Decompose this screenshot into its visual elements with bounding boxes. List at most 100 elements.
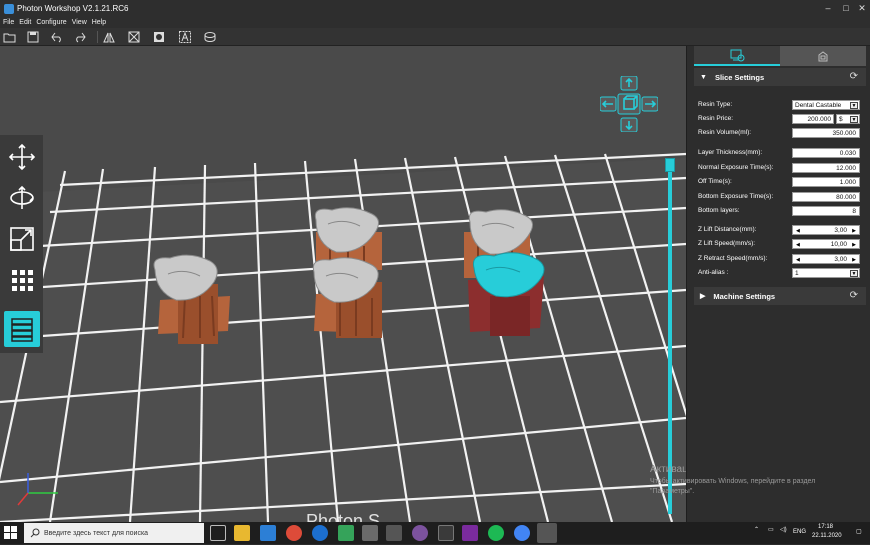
resin-volume-label: Resin Volume(ml): bbox=[698, 129, 752, 136]
z-lift-speed-label: Z Lift Speed(mm/s): bbox=[698, 240, 756, 247]
spin-right-icon[interactable]: ▶ bbox=[852, 226, 856, 236]
language-indicator[interactable]: ENG bbox=[793, 529, 806, 535]
reset-icon[interactable]: ⟳ bbox=[850, 71, 858, 82]
z-lift-speed-spinbox[interactable]: ◀ 10,00 ▶ bbox=[792, 239, 860, 249]
minimize-icon[interactable]: – bbox=[818, 0, 838, 17]
resin-volume-row: Resin Volume(ml): 350.000 bbox=[698, 128, 860, 139]
open-icon[interactable] bbox=[3, 30, 17, 44]
view-navigation-cube[interactable] bbox=[599, 75, 659, 133]
spin-right-icon[interactable]: ▶ bbox=[852, 255, 856, 265]
viber-icon[interactable] bbox=[412, 525, 428, 541]
task-view-icon[interactable] bbox=[210, 525, 226, 541]
bottom-layers-input[interactable]: 8 bbox=[792, 206, 860, 216]
currency-select[interactable]: $ ▼ bbox=[836, 114, 860, 124]
title-bar: Photon Workshop V2.1.21.RC6 – □ ✕ bbox=[0, 0, 870, 17]
save-icon[interactable] bbox=[26, 30, 40, 44]
axis-indicator bbox=[17, 473, 58, 506]
expand-icon: ▶ bbox=[700, 293, 706, 300]
z-lift-speed-row: Z Lift Speed(mm/s): ◀ 10,00 ▶ bbox=[698, 239, 860, 250]
tray-chevron-icon[interactable]: ⌃ bbox=[754, 526, 759, 533]
photon-workshop-taskbar-icon[interactable] bbox=[537, 523, 557, 543]
z-lift-speed-value: 10,00 bbox=[830, 241, 847, 248]
volume-icon[interactable]: ◁) bbox=[780, 526, 787, 533]
z-lift-distance-spinbox[interactable]: ◀ 3,00 ▶ bbox=[792, 225, 860, 235]
anti-alias-select[interactable]: 1 ▼ bbox=[792, 268, 860, 278]
bed-label: Photon S bbox=[306, 511, 381, 522]
spotify-icon[interactable] bbox=[488, 525, 504, 541]
resin-type-row: Resin Type: Dental Castable ▼ bbox=[698, 100, 860, 111]
menu-edit[interactable]: Edit bbox=[19, 19, 31, 26]
layers-icon[interactable] bbox=[4, 311, 40, 347]
menu-configure[interactable]: Configure bbox=[36, 19, 66, 26]
camera-icon[interactable] bbox=[386, 525, 402, 541]
slice-settings-header[interactable]: ▼ Slice Settings ⟳ bbox=[694, 68, 866, 86]
scale-icon[interactable] bbox=[4, 221, 40, 257]
move-icon[interactable] bbox=[4, 139, 40, 175]
calculator-icon[interactable] bbox=[362, 525, 378, 541]
slice-icon[interactable] bbox=[203, 30, 217, 44]
notifications-icon[interactable]: ▢ bbox=[856, 528, 862, 535]
layer-slider-handle[interactable] bbox=[665, 158, 675, 172]
spreadsheet-icon[interactable] bbox=[338, 525, 354, 541]
resin-price-input[interactable]: 200.000 bbox=[792, 114, 834, 124]
windows-start-icon[interactable] bbox=[4, 526, 18, 540]
print-settings-tab[interactable] bbox=[694, 46, 780, 66]
machine-settings-header[interactable]: ▶ Machine Settings ⟳ bbox=[694, 287, 866, 305]
spin-left-icon[interactable]: ◀ bbox=[796, 255, 800, 265]
hollow-icon[interactable] bbox=[127, 30, 141, 44]
normal-exposure-row: Normal Exposure Time(s): 12.000 bbox=[698, 163, 860, 174]
mirror-icon[interactable] bbox=[102, 30, 116, 44]
off-time-input[interactable]: 1.000 bbox=[792, 177, 860, 187]
dropdown-arrow-icon: ▼ bbox=[850, 270, 858, 277]
app-icon[interactable] bbox=[438, 525, 454, 541]
punch-icon[interactable] bbox=[152, 30, 166, 44]
bottom-layers-row: Bottom layers: 8 bbox=[698, 206, 860, 217]
window-title: Photon Workshop V2.1.21.RC6 bbox=[17, 4, 129, 13]
layer-thickness-input[interactable]: 0.030 bbox=[792, 148, 860, 158]
build-plate-viewport[interactable]: Photon S Активация Windows bbox=[0, 46, 686, 522]
z-lift-distance-value: 3,00 bbox=[834, 227, 847, 234]
resin-type-select[interactable]: Dental Castable ▼ bbox=[792, 100, 860, 110]
redo-icon[interactable] bbox=[73, 30, 87, 44]
app-icon bbox=[4, 3, 14, 14]
activation-watermark-line: Чтобы активировать Windows, перейдите в … bbox=[650, 478, 816, 485]
search-icon bbox=[30, 528, 40, 540]
spin-left-icon[interactable]: ◀ bbox=[796, 240, 800, 250]
arrange-icon[interactable] bbox=[4, 262, 40, 298]
machine-tab[interactable] bbox=[780, 46, 866, 66]
chrome-icon[interactable] bbox=[286, 525, 302, 541]
file-explorer-icon[interactable] bbox=[234, 525, 250, 541]
selected-model-object[interactable] bbox=[468, 252, 545, 336]
z-retract-speed-spinbox[interactable]: ◀ 3,00 ▶ bbox=[792, 254, 860, 264]
close-icon[interactable]: ✕ bbox=[852, 0, 870, 17]
resin-volume-input[interactable]: 350.000 bbox=[792, 128, 860, 138]
normal-exposure-input[interactable]: 12.000 bbox=[792, 163, 860, 173]
menu-file[interactable]: File bbox=[3, 19, 14, 26]
browser-icon[interactable] bbox=[514, 525, 530, 541]
spin-right-icon[interactable]: ▶ bbox=[852, 240, 856, 250]
bottom-exposure-input[interactable]: 80.000 bbox=[792, 192, 860, 202]
menu-view[interactable]: View bbox=[72, 19, 87, 26]
z-retract-speed-value: 3,00 bbox=[834, 256, 847, 263]
clock-date[interactable]: 22.11.2020 bbox=[812, 533, 842, 539]
model-object[interactable] bbox=[153, 254, 230, 344]
toolbar-divider bbox=[97, 31, 98, 43]
collapse-icon: ▼ bbox=[700, 73, 707, 81]
clock-time[interactable]: 17:18 bbox=[818, 524, 833, 530]
mail-icon[interactable] bbox=[260, 525, 276, 541]
layer-slider[interactable] bbox=[664, 158, 676, 514]
z-lift-distance-row: Z Lift Distance(mm): ◀ 3,00 ▶ bbox=[698, 225, 860, 236]
rotate-icon[interactable] bbox=[4, 180, 40, 216]
model-object[interactable] bbox=[312, 257, 382, 338]
network-icon[interactable]: ▭ bbox=[768, 526, 774, 533]
undo-icon[interactable] bbox=[50, 30, 64, 44]
exo-icon[interactable] bbox=[462, 525, 478, 541]
reset-icon[interactable]: ⟳ bbox=[850, 290, 858, 301]
menu-help[interactable]: Help bbox=[92, 19, 106, 26]
dropdown-arrow-icon: ▼ bbox=[850, 116, 858, 123]
taskbar-search[interactable]: Введите здесь текст для поиска bbox=[24, 523, 204, 543]
edge-icon[interactable] bbox=[312, 525, 328, 541]
spin-left-icon[interactable]: ◀ bbox=[796, 226, 800, 236]
normal-exposure-label: Normal Exposure Time(s): bbox=[698, 164, 774, 171]
text-icon[interactable] bbox=[178, 30, 192, 44]
